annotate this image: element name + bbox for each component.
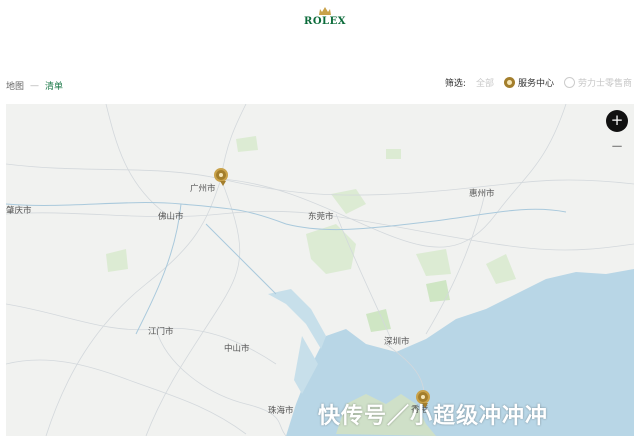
map-canvas — [6, 104, 634, 436]
city-label-jiangmen: 江门市 — [148, 327, 174, 337]
filter-bar: 筛选: 全部 服务中心 劳力士零售商 — [445, 76, 632, 89]
retailer-icon — [563, 77, 575, 88]
view-switch: 地图 — 清单 — [6, 79, 63, 93]
service-center-pin-guangzhou[interactable] — [214, 168, 228, 186]
brand-logo[interactable]: ROLEX — [0, 16, 640, 27]
watermark-text: 快传号／小超级冲冲冲 — [318, 404, 549, 429]
city-label-foshan: 佛山市 — [158, 212, 184, 222]
city-label-guangzhou: 广州市 — [190, 184, 216, 194]
city-label-zhongshan: 中山市 — [224, 344, 250, 354]
zoom-in-button[interactable]: + — [606, 110, 628, 132]
city-label-zhaoqing: 肇庆市 — [6, 206, 32, 216]
filter-retailer-label: 劳力士零售商 — [577, 79, 632, 89]
filter-service-center-button[interactable]: 服务中心 — [503, 76, 554, 89]
map-view-tab[interactable]: 地图 — [6, 79, 24, 92]
city-label-dongguan: 东莞市 — [308, 212, 334, 222]
zoom-out-button[interactable]: − — [606, 136, 628, 158]
site-header: ROLEX — [0, 0, 640, 60]
service-center-icon — [503, 77, 515, 88]
view-separator: — — [30, 80, 40, 91]
filter-label: 筛选: — [444, 79, 466, 89]
crown-logo-icon — [319, 7, 331, 15]
filter-all-button[interactable]: 全部 — [476, 76, 494, 89]
list-view-tab[interactable]: 清单 — [45, 79, 63, 92]
city-label-huizhou: 惠州市 — [469, 189, 495, 199]
filter-service-center-label: 服务中心 — [517, 79, 554, 89]
store-map[interactable]: 肇庆市 广州市 佛山市 东莞市 惠州市 江门市 中山市 深圳市 珠海市 香港 +… — [6, 104, 634, 436]
city-label-shenzhen: 深圳市 — [384, 337, 410, 347]
city-label-zhuhai: 珠海市 — [268, 406, 294, 416]
filter-retailer-button[interactable]: 劳力士零售商 — [563, 76, 632, 89]
toolbar: 地图 — 清单 筛选: 全部 服务中心 劳力士零售商 — [0, 72, 640, 96]
